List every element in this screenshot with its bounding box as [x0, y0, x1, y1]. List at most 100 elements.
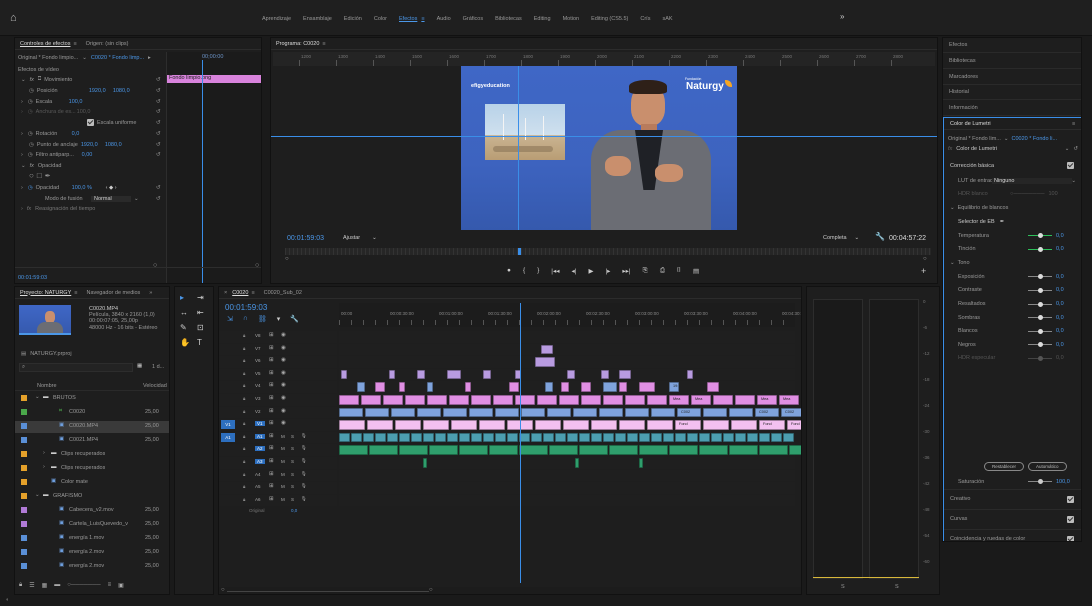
marker-icon[interactable]: ▾	[277, 315, 281, 323]
timeline-clip[interactable]: C002	[781, 407, 801, 418]
tab-sequence[interactable]: C0020	[232, 290, 248, 296]
basic-correction-row[interactable]: Corrección básica	[944, 159, 1081, 173]
tab-sequence-sub[interactable]: C0020_Sub_02	[264, 290, 302, 296]
workspace-tab[interactable]: Crís	[640, 16, 650, 22]
white-balance-section[interactable]: ⌄ Equilibrio de blancos	[944, 201, 1081, 215]
timeline-clip[interactable]	[351, 432, 362, 443]
panel-menu-icon[interactable]: ≡	[322, 41, 325, 47]
timeline-clip[interactable]	[479, 420, 505, 430]
panel-menu-icon[interactable]: ≡	[74, 290, 77, 296]
list-item[interactable]: ▣ Cartela_LuisQuevedo_v 25,00	[15, 519, 169, 531]
anclaje-row[interactable]: ◷ Punto de anclaje 1920,0 1080,0 ↺	[15, 140, 261, 150]
timeline-clip[interactable]	[367, 420, 393, 430]
track-lane[interactable]	[339, 482, 795, 494]
list-item[interactable]: ▣ C0021.MP4 25,00	[15, 435, 169, 447]
slider-track[interactable]	[1028, 246, 1052, 252]
timeline-clip[interactable]	[687, 432, 698, 443]
effect-controls-timecode[interactable]: 00:01:59:03	[18, 275, 47, 281]
timeline-clip[interactable]	[541, 344, 553, 355]
timeline-clip[interactable]	[579, 432, 590, 443]
timeline-clip[interactable]	[639, 445, 668, 455]
timeline-clip[interactable]: Mea	[757, 395, 777, 405]
track-header-a3[interactable]: 🔒︎ A3 ⊞ M S 🎙︎	[219, 457, 337, 469]
eye-icon[interactable]: ◉	[281, 357, 286, 363]
timeline-clip[interactable]	[483, 369, 491, 380]
timeline-clip[interactable]: Mea	[669, 395, 689, 405]
transport-button[interactable]: ●	[507, 267, 511, 275]
timeline-clip[interactable]	[759, 445, 788, 455]
timeline-clip[interactable]	[723, 432, 734, 443]
label-color-swatch[interactable]	[21, 465, 27, 471]
workspace-tab[interactable]: Editing (CS5.5)	[591, 16, 628, 22]
timeline-clip[interactable]	[469, 407, 493, 418]
track-label[interactable]: V4	[255, 383, 261, 388]
slider-knob[interactable]	[1037, 301, 1043, 307]
lock-icon[interactable]: 🔒︎	[19, 582, 22, 589]
timeline-hscroll[interactable]: ○ ○	[219, 587, 801, 594]
timeline-clip[interactable]: Mea	[691, 395, 711, 405]
solo-right[interactable]: S	[895, 584, 899, 590]
program-scrub-bar[interactable]	[285, 248, 931, 255]
escala-uniforme-row[interactable]: Escala uniforme ↺	[15, 118, 261, 128]
workspace-tab[interactable]: sAK	[662, 16, 672, 22]
eye-icon[interactable]: ◉	[281, 420, 286, 426]
home-icon[interactable]: ⌂	[10, 12, 17, 24]
track-lane[interactable]	[339, 457, 795, 469]
tab-project[interactable]: Proyecto: NATURGY	[20, 290, 71, 296]
rotacion-row[interactable]: › ◷ Rotación 0,0 ↺	[15, 129, 261, 139]
section-checkbox[interactable]	[1067, 536, 1074, 541]
timeline-clip[interactable]	[375, 382, 385, 392]
fit-select[interactable]: Ajustar ⌄	[343, 235, 377, 241]
workspace-menu-icon[interactable]: ≡	[421, 16, 424, 22]
slider-track[interactable]	[1028, 274, 1052, 280]
right-panel-tab[interactable]: Marcadores	[943, 70, 1081, 85]
timeline-clip[interactable]	[563, 420, 589, 430]
timeline-clip[interactable]	[789, 445, 801, 455]
mute-icon[interactable]: M	[281, 446, 285, 451]
list-item[interactable]: ▣ energía 2.mov 25,00	[15, 547, 169, 559]
tool-button[interactable]: ⊡	[197, 323, 210, 332]
tool-button[interactable]: ↔	[180, 308, 193, 317]
sync-lock-icon[interactable]: ⊞	[269, 471, 274, 477]
timeline-clip[interactable]	[451, 420, 477, 430]
sync-lock-icon[interactable]: ⊞	[269, 458, 274, 464]
lock-icon[interactable]: 🔒︎	[243, 434, 245, 439]
new-bin-icon[interactable]: ▦	[137, 363, 142, 369]
timeline-clip[interactable]	[651, 407, 675, 418]
movimiento-row[interactable]: ⌄ fx ⎕ Movimiento ↺	[15, 75, 261, 85]
timeline-clip[interactable]	[459, 445, 488, 455]
timeline-clip[interactable]	[581, 382, 591, 392]
sync-lock-icon[interactable]: ⊞	[269, 445, 274, 451]
mic-icon[interactable]: 🎙︎	[301, 458, 307, 464]
track-header-v1[interactable]: V1 🔒︎ V1 ⊞ ◉	[219, 419, 337, 431]
disclosure-icon[interactable]: ⌄	[35, 394, 40, 400]
disclosure-icon[interactable]: ›	[43, 450, 45, 456]
timeline-clip[interactable]	[521, 407, 545, 418]
timeline-clip[interactable]	[537, 395, 557, 405]
track-header-a2[interactable]: 🔒︎ A2 ⊞ M S 🎙︎	[219, 444, 337, 456]
ellipse-mask-icon[interactable]: ○	[29, 171, 34, 180]
label-color-swatch[interactable]	[21, 493, 27, 499]
timeline-clip[interactable]	[651, 432, 662, 443]
sync-lock-icon[interactable]: ⊞	[269, 332, 274, 338]
timeline-clip[interactable]	[609, 445, 638, 455]
timeline-clip[interactable]	[465, 382, 471, 392]
slider-knob[interactable]	[1037, 328, 1043, 334]
timeline-clip[interactable]	[443, 407, 467, 418]
timeline-clip[interactable]	[389, 369, 395, 380]
eye-icon[interactable]: ◉	[281, 370, 286, 376]
timeline-clip[interactable]	[581, 395, 601, 405]
track-label[interactable]: V6	[255, 358, 261, 363]
timeline-clip[interactable]	[519, 445, 548, 455]
list-item[interactable]: ▣ Cabecera_v2.mov 25,00	[15, 505, 169, 517]
timeline-clip[interactable]	[735, 395, 755, 405]
panel-menu-icon[interactable]: ≡	[1072, 121, 1075, 127]
timeline-clip[interactable]	[555, 432, 566, 443]
label-color-swatch[interactable]	[21, 563, 27, 569]
timeline-clip[interactable]	[515, 395, 535, 405]
slider-knob[interactable]	[1037, 342, 1043, 348]
slider-track[interactable]	[1028, 315, 1052, 321]
uniform-scale-checkbox[interactable]	[87, 119, 94, 127]
lock-icon[interactable]: 🔒︎	[243, 346, 245, 351]
timeline-clip[interactable]: C002	[677, 407, 701, 418]
